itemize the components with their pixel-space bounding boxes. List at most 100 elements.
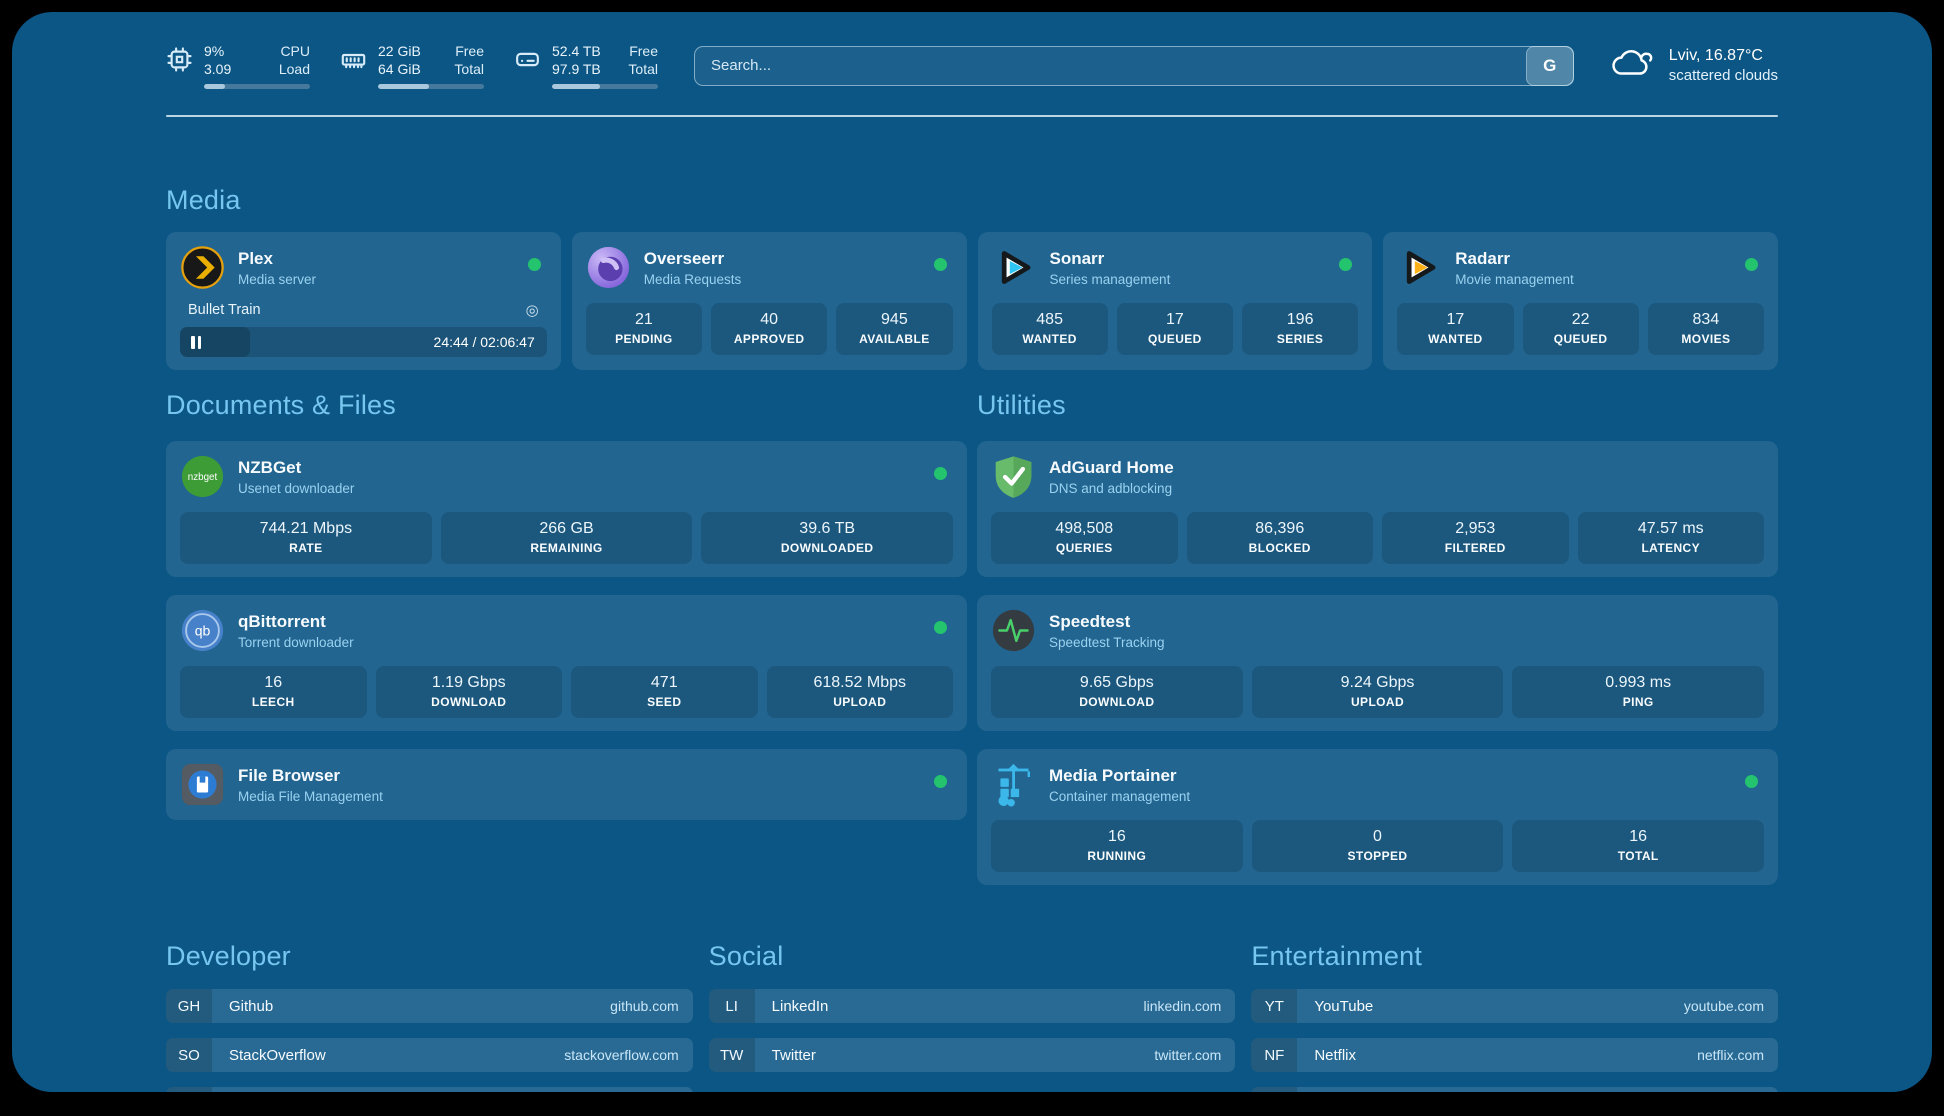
stat-value: 0.993 ms (1516, 674, 1760, 692)
bookmark-link-twitter[interactable]: TWTwittertwitter.com (709, 1038, 1236, 1072)
stat-box: 266 GBREMAINING (441, 512, 693, 564)
stat-box: 471SEED (571, 666, 758, 718)
app-card-adguard-home[interactable]: AdGuard HomeDNS and adblocking498,508QUE… (977, 441, 1778, 577)
app-card-qbittorrent[interactable]: qbqBittorrentTorrent downloader16LEECH1.… (166, 595, 967, 731)
stat-label: RATE (184, 541, 428, 555)
bookmark-list: GHGithubgithub.com SOStackOverflowstackov… (166, 989, 693, 1092)
stat-value: 9% (204, 42, 224, 60)
app-card-speedtest[interactable]: SpeedtestSpeedtest Tracking9.65 GbpsDOWN… (977, 595, 1778, 731)
stat-value: 97.9 TB (552, 60, 601, 78)
stat-label: QUERIES (995, 541, 1174, 555)
bookmark-link-netflix[interactable]: NFNetflixnetflix.com (1251, 1038, 1778, 1072)
app-name: Overseerr (644, 249, 742, 269)
bookmark-domain: linkedin.com (1144, 989, 1236, 1023)
app-subtitle: Container management (1049, 789, 1190, 804)
app-subtitle: Series management (1050, 272, 1171, 287)
status-dot (934, 258, 947, 271)
pause-button[interactable] (191, 336, 201, 349)
bookmark-link-dev[interactable]: DTDEVdev.to (166, 1087, 693, 1092)
app-name: Radarr (1455, 249, 1574, 269)
search-provider-button[interactable]: G (1526, 46, 1574, 86)
bookmark-link-youtube[interactable]: YTYouTubeyoutube.com (1251, 989, 1778, 1023)
weather-widget: Lviv, 16.87°C scattered clouds (1610, 45, 1778, 86)
stat-label: Free (629, 42, 658, 60)
app-card-overseerr[interactable]: OverseerrMedia Requests21PENDING40APPROV… (572, 232, 967, 370)
stat-label: RUNNING (995, 849, 1239, 863)
search-input[interactable] (694, 46, 1574, 86)
bookmark-link-github[interactable]: GHGithubgithub.com (166, 989, 693, 1023)
stat-box: 945AVAILABLE (836, 303, 952, 355)
bookmark-name: LinkedIn (755, 989, 829, 1023)
stat-label: SEED (575, 695, 754, 709)
bookmark-group-developer: DeveloperGHGithubgithub.comSOStackOverfl… (166, 941, 693, 1092)
stat-progressbar (552, 84, 658, 89)
bookmark-link-reddit[interactable]: RERedditreddit.com (1251, 1087, 1778, 1092)
bookmark-list: LILinkedInlinkedin.comTWTwittertwitter.c… (709, 989, 1236, 1072)
weather-location-temp: Lviv, 16.87°C (1669, 47, 1778, 65)
status-dot (1339, 258, 1352, 271)
bookmark-link-linkedin[interactable]: LILinkedInlinkedin.com (709, 989, 1236, 1023)
app-card-plex[interactable]: Plex Media server Bullet Train◎ 24:44 / 02:… (166, 232, 561, 370)
app-card-sonarr[interactable]: SonarrSeries management485WANTED17QUEUED… (978, 232, 1373, 370)
utilities-card-list: AdGuard HomeDNS and adblocking498,508QUE… (977, 441, 1778, 885)
stat-value: 39.6 TB (705, 520, 949, 538)
plex-icon (180, 245, 225, 290)
stat-label: TOTAL (1516, 849, 1760, 863)
stat-value: 40 (715, 311, 823, 329)
bookmark-domain: youtube.com (1684, 989, 1778, 1023)
bookmark-domain: stackoverflow.com (564, 1038, 692, 1072)
bookmark-name: YouTube (1297, 989, 1373, 1023)
app-card-media-portainer[interactable]: Media PortainerContainer management16RUN… (977, 749, 1778, 885)
stat-value: 266 GB (445, 520, 689, 538)
stat-box: 1.19 GbpsDOWNLOAD (376, 666, 563, 718)
bookmark-link-stackoverflow[interactable]: SOStackOverflowstackoverflow.com (166, 1038, 693, 1072)
stat-label: Free (455, 42, 484, 60)
stat-box: 39.6 TBDOWNLOADED (701, 512, 953, 564)
stat-value: 17 (1401, 311, 1509, 329)
now-playing-row: Bullet Train◎ (180, 298, 547, 319)
status-dot (934, 467, 947, 480)
stat-label: LATENCY (1582, 541, 1761, 555)
stat-box: 21PENDING (586, 303, 702, 355)
svg-text:qb: qb (195, 623, 211, 639)
stat-box: 196SERIES (1242, 303, 1358, 355)
app-card-radarr[interactable]: RadarrMovie management17WANTED22QUEUED83… (1383, 232, 1778, 370)
stat-box: 47.57 ms LATENCY (1578, 512, 1765, 564)
stat-label: FILTERED (1386, 541, 1565, 555)
bookmark-domain: twitter.com (1154, 1038, 1235, 1072)
app-subtitle: Torrent downloader (238, 635, 354, 650)
app-subtitle: Media server (238, 272, 316, 287)
app-card-file-browser[interactable]: File BrowserMedia File Management (166, 749, 967, 820)
stat-progressbar (204, 84, 310, 89)
stat-box: 0STOPPED (1252, 820, 1504, 872)
stat-value: 64 GiB (378, 60, 421, 78)
stat-value: 9.24 Gbps (1256, 674, 1500, 692)
player-time: 24:44 / 02:06:47 (434, 334, 535, 350)
app-name: AdGuard Home (1049, 458, 1174, 478)
system-stat-cpu: 9%CPU3.09Load (166, 42, 310, 89)
stat-label: BLOCKED (1191, 541, 1370, 555)
section-title-media: Media (166, 185, 1778, 216)
player-progressbar[interactable]: 24:44 / 02:06:47 (180, 327, 547, 357)
bookmark-abbr: RE (1251, 1087, 1297, 1092)
app-name: Plex (238, 249, 316, 269)
stat-value: 2,953 (1386, 520, 1565, 538)
bookmark-abbr: SO (166, 1038, 212, 1072)
app-card-nzbget[interactable]: nzbgetNZBGetUsenet downloader744.21 Mbps… (166, 441, 967, 577)
bookmarks-area: DeveloperGHGithubgithub.comSOStackOverfl… (166, 941, 1778, 1092)
player-settings-icon[interactable]: ◎ (526, 301, 539, 319)
stat-value: 22 (1527, 311, 1635, 329)
bookmark-abbr: DT (166, 1087, 212, 1092)
stat-value: 22 GiB (378, 42, 421, 60)
section-title-entertainment: Entertainment (1251, 941, 1778, 972)
stat-label: DOWNLOAD (380, 695, 559, 709)
stat-box: 834MOVIES (1648, 303, 1764, 355)
bookmark-domain: netflix.com (1697, 1038, 1778, 1072)
status-dot (1745, 258, 1758, 271)
app-subtitle: Speedtest Tracking (1049, 635, 1165, 650)
bookmark-domain: github.com (610, 989, 692, 1023)
stat-value: 47.57 ms (1582, 520, 1761, 538)
stat-label: Total (628, 60, 658, 78)
stat-value: 945 (840, 311, 948, 329)
stat-progressbar (378, 84, 484, 89)
